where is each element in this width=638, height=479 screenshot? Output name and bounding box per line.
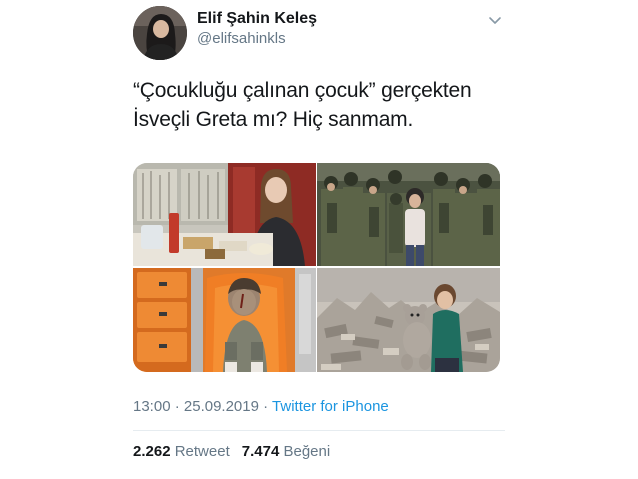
divider	[133, 430, 505, 431]
retweet-label: Retweet	[174, 443, 230, 460]
tweet-stats: 2.262 Retweet 7.474 Beğeni	[133, 442, 330, 462]
retweet-stat[interactable]: 2.262 Retweet	[133, 443, 230, 460]
retweet-count: 2.262	[133, 443, 171, 460]
like-count: 7.474	[241, 443, 280, 460]
photo-soldiers-child[interactable]	[317, 163, 500, 266]
display-name[interactable]: Elif Şahin Keleş	[197, 9, 317, 29]
media-grid	[133, 163, 500, 372]
source-link[interactable]: Twitter for iPhone	[272, 398, 389, 415]
photo-girl-teddy-rubble[interactable]	[317, 268, 500, 372]
tweet-date[interactable]: 25.09.2019	[184, 398, 259, 415]
tweet-card: Elif Şahin Keleş @elifsahinkls “Çocukluğ…	[133, 0, 505, 479]
user-handle[interactable]: @elifsahinkls	[197, 29, 317, 49]
like-stat[interactable]: 7.474 Beğeni	[242, 443, 330, 460]
screenshot-frame: Elif Şahin Keleş @elifsahinkls “Çocukluğ…	[0, 0, 638, 479]
meta-separator: ·	[170, 398, 184, 415]
photo-injured-boy-ambulance[interactable]	[133, 268, 316, 372]
like-label: Beğeni	[283, 443, 331, 460]
avatar-image	[133, 6, 187, 60]
author-block[interactable]: Elif Şahin Keleş @elifsahinkls	[197, 9, 317, 49]
chevron-down-icon[interactable]	[487, 12, 503, 28]
avatar[interactable]	[133, 6, 187, 60]
tweet-text: “Çocukluğu çalınan çocuk” gerçekten İsve…	[133, 79, 472, 131]
tweet-time[interactable]: 13:00	[133, 398, 171, 415]
meta-separator: ·	[258, 398, 273, 415]
photo-girl-train-table[interactable]	[133, 163, 316, 266]
tweet-meta: 13:00 · 25.09.2019 · Twitter for iPhone	[133, 397, 389, 417]
